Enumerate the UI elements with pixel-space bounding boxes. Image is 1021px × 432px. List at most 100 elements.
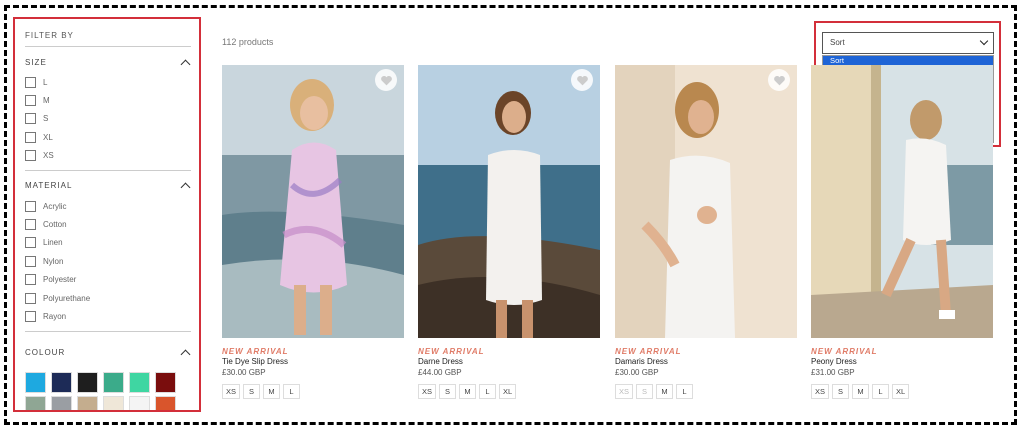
- size-filter-option[interactable]: L: [25, 73, 191, 91]
- product-price: £44.00 GBP: [418, 368, 462, 377]
- colour-swatch[interactable]: [77, 371, 98, 393]
- heart-icon: [380, 75, 392, 85]
- colour-swatch[interactable]: [155, 395, 176, 410]
- size-options: XS S M L: [222, 384, 404, 399]
- colour-swatch[interactable]: [155, 371, 176, 393]
- size-filter-option[interactable]: XS: [25, 147, 191, 165]
- new-arrival-badge: NEW ARRIVAL: [811, 347, 878, 356]
- chevron-up-icon[interactable]: [180, 183, 191, 193]
- filter-section-colour-header[interactable]: COLOUR: [25, 342, 191, 364]
- product-card[interactable]: NEW ARRIVAL Damaris Dress £30.00 GBP XS S…: [615, 65, 797, 399]
- filter-sidebar: FILTER BY SIZE L M S XL XS MATERIAL Acrylic C…: [13, 17, 201, 412]
- wishlist-button[interactable]: [571, 69, 593, 91]
- size-button[interactable]: S: [243, 384, 261, 399]
- checkbox[interactable]: [25, 113, 36, 125]
- product-image[interactable]: [615, 65, 797, 338]
- filter-section-material-header[interactable]: MATERIAL: [25, 175, 191, 197]
- checkbox[interactable]: [25, 150, 36, 162]
- wishlist-button[interactable]: [768, 69, 790, 91]
- checkbox[interactable]: [25, 219, 36, 231]
- product-count: 112 products: [222, 37, 274, 47]
- product-image[interactable]: [222, 65, 404, 338]
- size-options: L M S XL XS: [25, 73, 191, 165]
- size-button[interactable]: XL: [499, 384, 517, 399]
- colour-swatch[interactable]: [103, 395, 124, 410]
- checkbox[interactable]: [25, 237, 36, 249]
- size-filter-option[interactable]: S: [25, 110, 191, 128]
- colour-swatch[interactable]: [129, 371, 150, 393]
- option-label: Polyester: [43, 275, 77, 285]
- size-button[interactable]: XS: [615, 384, 634, 399]
- material-filter-option[interactable]: Polyurethane: [25, 289, 191, 307]
- checkbox[interactable]: [25, 200, 36, 212]
- checkbox[interactable]: [25, 310, 36, 322]
- size-button[interactable]: M: [852, 384, 870, 399]
- option-label: Polyurethane: [43, 293, 91, 303]
- option-label: Nylon: [43, 256, 64, 266]
- colour-swatch[interactable]: [129, 395, 150, 410]
- size-button[interactable]: XS: [418, 384, 437, 399]
- size-button[interactable]: XS: [811, 384, 830, 399]
- checkbox[interactable]: [25, 131, 36, 143]
- colour-swatches: [25, 371, 191, 410]
- product-card[interactable]: NEW ARRIVAL Tie Dye Slip Dress £30.00 GB…: [222, 65, 404, 399]
- option-label: Linen: [43, 238, 63, 248]
- sort-current-value: Sort: [830, 38, 845, 47]
- option-label: XL: [43, 132, 53, 142]
- new-arrival-badge: NEW ARRIVAL: [222, 347, 289, 356]
- size-options: XS S M L XL: [418, 384, 600, 399]
- size-button[interactable]: S: [636, 384, 654, 399]
- colour-swatch[interactable]: [25, 371, 46, 393]
- checkbox[interactable]: [25, 274, 36, 286]
- option-label: Acrylic: [43, 201, 67, 211]
- product-image[interactable]: [811, 65, 993, 338]
- material-filter-option[interactable]: Polyester: [25, 271, 191, 289]
- size-button[interactable]: S: [832, 384, 850, 399]
- option-label: XS: [43, 151, 54, 161]
- colour-swatch[interactable]: [51, 395, 72, 410]
- size-button[interactable]: L: [479, 384, 497, 399]
- checkbox[interactable]: [25, 95, 36, 107]
- divider: [25, 330, 191, 332]
- product-card[interactable]: NEW ARRIVAL Darne Dress £44.00 GBP XS S M L…: [418, 65, 600, 399]
- product-name[interactable]: Darne Dress: [418, 357, 600, 366]
- size-button[interactable]: M: [656, 384, 674, 399]
- option-label: Cotton: [43, 220, 67, 230]
- checkbox[interactable]: [25, 255, 36, 267]
- colour-swatch[interactable]: [25, 395, 46, 410]
- product-image[interactable]: [418, 65, 600, 338]
- size-filter-option[interactable]: M: [25, 91, 191, 109]
- colour-swatch[interactable]: [51, 371, 72, 393]
- size-button[interactable]: XL: [892, 384, 910, 399]
- size-filter-option[interactable]: XL: [25, 128, 191, 146]
- size-button[interactable]: M: [263, 384, 281, 399]
- product-card[interactable]: NEW ARRIVAL Peony Dress £31.00 GBP XS S M L…: [811, 65, 993, 399]
- product-price: £30.00 GBP: [222, 368, 266, 377]
- product-name[interactable]: Damaris Dress: [615, 357, 797, 366]
- checkbox[interactable]: [25, 76, 36, 88]
- size-button[interactable]: L: [676, 384, 694, 399]
- size-button[interactable]: XS: [222, 384, 241, 399]
- size-button[interactable]: L: [283, 384, 301, 399]
- size-button[interactable]: L: [872, 384, 890, 399]
- wishlist-button[interactable]: [375, 69, 397, 91]
- chevron-up-icon[interactable]: [180, 59, 191, 69]
- product-name[interactable]: Tie Dye Slip Dress: [222, 357, 404, 366]
- size-button[interactable]: M: [459, 384, 477, 399]
- filter-section-size-header[interactable]: SIZE: [25, 51, 191, 73]
- product-name[interactable]: Peony Dress: [811, 357, 993, 366]
- filter-section-label: MATERIAL: [25, 181, 73, 191]
- material-filter-option[interactable]: Linen: [25, 234, 191, 252]
- chevron-up-icon[interactable]: [180, 349, 191, 360]
- material-filter-option[interactable]: Nylon: [25, 252, 191, 270]
- material-filter-option[interactable]: Rayon: [25, 307, 191, 325]
- colour-swatch[interactable]: [77, 395, 98, 410]
- size-button[interactable]: S: [439, 384, 457, 399]
- option-label: L: [43, 77, 48, 87]
- material-filter-option[interactable]: Cotton: [25, 215, 191, 233]
- option-label: M: [43, 96, 50, 106]
- checkbox[interactable]: [25, 292, 36, 304]
- sort-select[interactable]: Sort: [822, 32, 994, 54]
- colour-swatch[interactable]: [103, 371, 124, 393]
- material-filter-option[interactable]: Acrylic: [25, 197, 191, 215]
